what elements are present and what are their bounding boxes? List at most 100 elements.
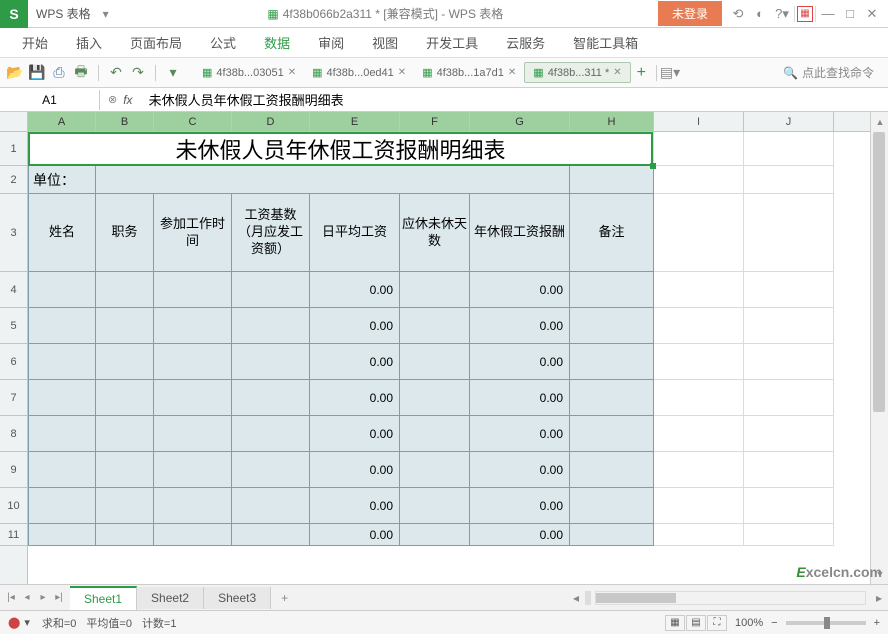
nav-last-icon[interactable]: ▸| [52, 592, 66, 603]
fx-cancel-icon[interactable]: ⊗ [108, 93, 117, 106]
row-header[interactable]: 8 [0, 416, 27, 452]
menu-page-layout[interactable]: 页面布局 [116, 27, 196, 58]
menu-cloud[interactable]: 云服务 [492, 27, 559, 58]
row-header[interactable]: 11 [0, 524, 27, 546]
row-header[interactable]: 5 [0, 308, 27, 344]
row-header[interactable]: 2 [0, 166, 27, 194]
help-icon[interactable]: ?▾ [772, 4, 792, 24]
cell[interactable] [744, 488, 834, 524]
cell[interactable] [232, 272, 310, 308]
cell[interactable] [744, 416, 834, 452]
cell[interactable] [744, 380, 834, 416]
add-tab-button[interactable]: + [631, 64, 652, 82]
cell-daily-avg[interactable]: 0.00 [310, 416, 400, 452]
zoom-in-icon[interactable]: + [874, 617, 880, 629]
close-icon[interactable]: ✕ [288, 67, 296, 78]
column-header[interactable]: C [154, 112, 232, 131]
cell[interactable] [96, 308, 154, 344]
cell[interactable] [654, 308, 744, 344]
cell[interactable] [570, 344, 654, 380]
cell[interactable]: 0.00 [310, 524, 400, 546]
command-search[interactable]: 🔍 点此查找命令 [783, 64, 882, 81]
header-remark[interactable]: 备注 [570, 194, 654, 272]
cell[interactable] [744, 166, 834, 194]
column-header[interactable]: B [96, 112, 154, 131]
row-header[interactable]: 6 [0, 344, 27, 380]
cell[interactable] [570, 452, 654, 488]
cell[interactable] [654, 194, 744, 272]
cell-daily-avg[interactable]: 0.00 [310, 308, 400, 344]
close-icon[interactable]: ✕ [508, 67, 516, 78]
cell[interactable] [232, 524, 310, 546]
cell[interactable] [232, 344, 310, 380]
cell[interactable] [570, 308, 654, 344]
column-header[interactable]: H [570, 112, 654, 131]
menu-view[interactable]: 视图 [358, 27, 412, 58]
zoom-handle[interactable] [824, 617, 830, 629]
row-header[interactable]: 10 [0, 488, 27, 524]
row-header[interactable]: 7 [0, 380, 27, 416]
zoom-slider[interactable] [786, 621, 866, 625]
cell[interactable] [654, 416, 744, 452]
toolbar-dropdown-icon[interactable]: ▾ [164, 64, 182, 82]
cell[interactable] [654, 166, 744, 194]
scroll-thumb[interactable] [873, 132, 885, 412]
cell[interactable] [400, 308, 470, 344]
vertical-scrollbar[interactable]: ▲ ▼ [870, 112, 888, 584]
cell-vacation-pay[interactable]: 0.00 [470, 380, 570, 416]
cell-daily-avg[interactable]: 0.00 [310, 380, 400, 416]
view-fullscreen-icon[interactable]: ⛶ [707, 615, 727, 631]
nav-prev-icon[interactable]: ◂ [20, 592, 34, 603]
nav-first-icon[interactable]: |◂ [4, 592, 18, 603]
undo-icon[interactable]: ↶ [107, 64, 125, 82]
minimize-button[interactable]: — [818, 4, 838, 24]
doc-tab[interactable]: ▦4f38b...1a7d1✕ [414, 63, 524, 82]
cell-vacation-pay[interactable]: 0.00 [470, 416, 570, 452]
print-icon[interactable]: ⎙ [50, 64, 68, 82]
cell[interactable] [744, 194, 834, 272]
column-header[interactable]: J [744, 112, 834, 131]
column-header[interactable]: D [232, 112, 310, 131]
cell-vacation-pay[interactable]: 0.00 [470, 488, 570, 524]
cell[interactable] [232, 488, 310, 524]
grid-body[interactable]: 未休假人员年休假工资报酬明细表 单位： 姓名 职务 参加工作时间 工资基数（月应… [28, 132, 870, 546]
cell[interactable] [400, 344, 470, 380]
open-icon[interactable]: 📂 [6, 64, 24, 82]
cell[interactable] [96, 166, 570, 194]
maximize-button[interactable]: □ [840, 4, 860, 24]
cell[interactable] [400, 524, 470, 546]
doc-tab-active[interactable]: ▦4f38b...311 *✕ [524, 62, 630, 83]
close-button[interactable]: ✕ [862, 4, 882, 24]
cell[interactable] [96, 416, 154, 452]
row-header[interactable]: 1 [0, 132, 27, 166]
cell[interactable] [154, 344, 232, 380]
cell[interactable] [654, 452, 744, 488]
cell[interactable] [744, 132, 834, 166]
cell[interactable] [654, 132, 744, 166]
hscroll-right-icon[interactable]: ▸ [870, 591, 888, 605]
row-header[interactable]: 9 [0, 452, 27, 488]
cell[interactable] [744, 308, 834, 344]
cell[interactable] [96, 488, 154, 524]
cell[interactable] [154, 452, 232, 488]
cell-daily-avg[interactable]: 0.00 [310, 272, 400, 308]
cell[interactable] [570, 380, 654, 416]
cell[interactable] [654, 524, 744, 546]
title-cell[interactable]: 未休假人员年休假工资报酬明细表 [28, 132, 653, 166]
sheet-tab-1[interactable]: Sheet1 [70, 586, 137, 610]
save-icon[interactable]: 💾 [28, 64, 46, 82]
add-sheet-button[interactable]: + [271, 587, 298, 609]
cell[interactable] [96, 380, 154, 416]
cell[interactable] [654, 380, 744, 416]
cell[interactable] [154, 380, 232, 416]
cell[interactable]: 0.00 [470, 524, 570, 546]
cell-reference-box[interactable]: A1 [0, 90, 100, 110]
cell[interactable] [154, 272, 232, 308]
cell[interactable] [400, 416, 470, 452]
view-normal-icon[interactable]: ▦ [665, 615, 685, 631]
menu-review[interactable]: 审阅 [304, 27, 358, 58]
sync-icon[interactable]: ⟲ [728, 4, 748, 24]
cell[interactable] [154, 416, 232, 452]
cell[interactable] [570, 488, 654, 524]
cell-daily-avg[interactable]: 0.00 [310, 452, 400, 488]
